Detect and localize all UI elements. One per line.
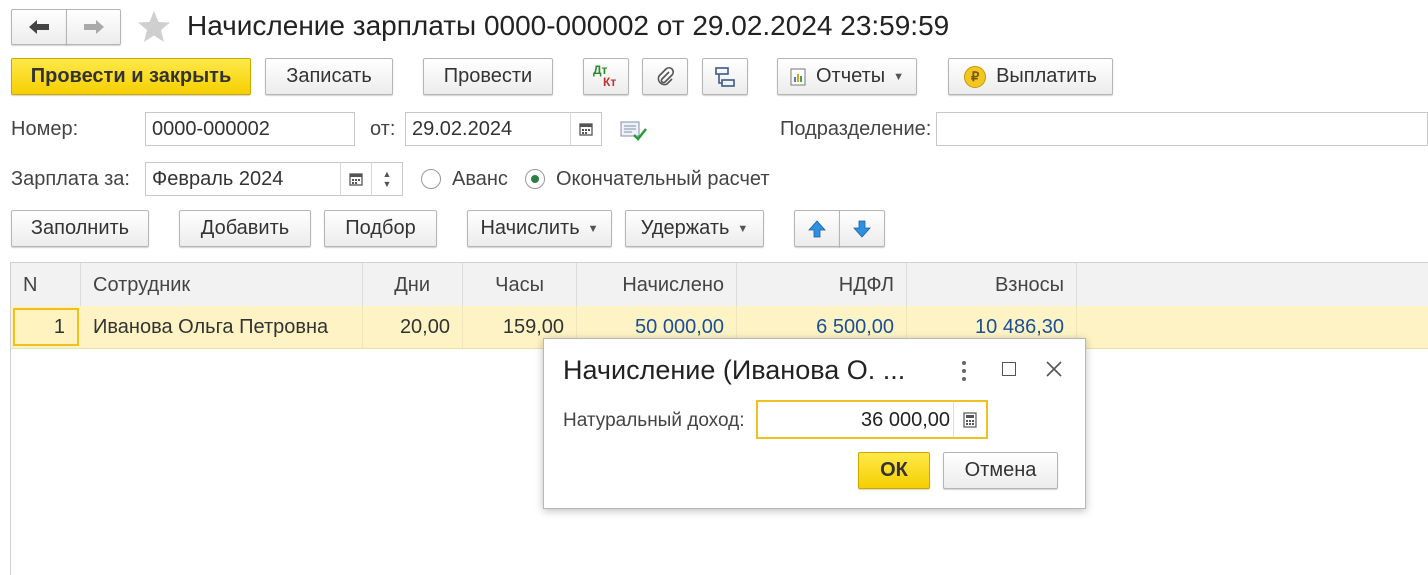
more-menu-icon[interactable] xyxy=(954,359,974,383)
col-hours[interactable]: Часы xyxy=(463,263,577,307)
save-button[interactable]: Записать xyxy=(265,58,393,95)
withhold-button[interactable]: Удержать ▼ xyxy=(625,210,764,247)
col-n[interactable]: N xyxy=(11,263,81,307)
document-posted-icon xyxy=(620,118,648,144)
calendar-icon xyxy=(579,123,593,136)
forward-button[interactable] xyxy=(66,9,121,45)
report-icon xyxy=(790,68,806,85)
chevron-down-icon: ▼ xyxy=(737,222,749,235)
chevron-down-icon: ▼ xyxy=(893,70,905,83)
structure-button[interactable] xyxy=(702,58,748,95)
back-button[interactable] xyxy=(11,9,67,45)
department-field[interactable] xyxy=(936,112,1428,146)
dtkt-button[interactable]: Дт Кт xyxy=(583,58,629,95)
col-ndfl[interactable]: НДФЛ xyxy=(737,263,907,307)
paperclip-icon xyxy=(657,66,675,85)
natural-income-label: Натуральный доход: xyxy=(563,410,745,431)
number-field[interactable]: 0000-000002 xyxy=(145,112,355,146)
chevron-down-icon: ▼ xyxy=(587,222,599,235)
number-label: Номер: xyxy=(11,118,79,140)
table-header: N Сотрудник Дни Часы Начислено НДФЛ Взно… xyxy=(11,262,1428,308)
calculator-icon[interactable] xyxy=(953,402,986,437)
arrow-down-icon xyxy=(853,220,871,238)
cell-days[interactable]: 20,00 xyxy=(363,306,463,348)
reports-button[interactable]: Отчеты ▼ xyxy=(777,58,917,95)
arrow-up-icon xyxy=(808,219,826,237)
salary-for-field[interactable]: Февраль 2024 xyxy=(145,162,341,196)
cancel-button[interactable]: Отмена xyxy=(943,452,1058,489)
salary-for-label: Зарплата за: xyxy=(11,168,130,190)
close-icon[interactable] xyxy=(1044,359,1064,379)
stepper-down-icon[interactable]: ▼ xyxy=(383,179,392,189)
dialog-title: Начисление (Иванова О. ... xyxy=(563,355,906,385)
col-employee[interactable]: Сотрудник xyxy=(81,263,363,307)
stepper-up-icon[interactable]: ▲ xyxy=(383,169,392,179)
favorite-star-icon[interactable] xyxy=(136,9,172,45)
calendar-button[interactable] xyxy=(570,112,602,146)
add-button[interactable]: Добавить xyxy=(179,210,311,247)
natural-income-field[interactable]: 36 000,00 xyxy=(756,400,988,439)
department-label: Подразделение: xyxy=(780,118,932,140)
fill-button[interactable]: Заполнить xyxy=(11,210,149,247)
accrue-button[interactable]: Начислить ▼ xyxy=(467,210,612,247)
period-calendar-button[interactable] xyxy=(340,162,372,196)
page-title: Начисление зарплаты 0000-000002 от 29.02… xyxy=(187,10,950,41)
maximize-icon[interactable] xyxy=(1002,362,1016,376)
period-stepper[interactable]: ▲ ▼ xyxy=(371,162,403,196)
ok-button[interactable]: ОК xyxy=(858,452,930,489)
radio-advance[interactable] xyxy=(421,169,441,189)
post-button[interactable]: Провести xyxy=(423,58,553,95)
pay-button[interactable]: ₽ Выплатить xyxy=(948,58,1113,95)
col-accrued[interactable]: Начислено xyxy=(577,263,737,307)
move-up-button[interactable] xyxy=(794,210,840,247)
hierarchy-icon xyxy=(715,66,735,87)
date-field[interactable]: 29.02.2024 xyxy=(405,112,571,146)
dtkt-icon: Дт Кт xyxy=(593,62,617,89)
move-down-button[interactable] xyxy=(839,210,885,247)
radio-final-label: Окончательный расчет xyxy=(556,168,770,190)
calendar-icon xyxy=(349,173,363,186)
arrow-left-icon xyxy=(29,20,49,34)
cell-employee[interactable]: Иванова Ольга Петровна xyxy=(81,306,363,348)
date-label: от: xyxy=(370,118,396,140)
col-days[interactable]: Дни xyxy=(363,263,463,307)
arrow-right-icon xyxy=(83,20,104,34)
post-and-close-button[interactable]: Провести и закрыть xyxy=(11,58,251,95)
attach-button[interactable] xyxy=(642,58,688,95)
col-contributions[interactable]: Взносы xyxy=(907,263,1077,307)
accrual-dialog: Начисление (Иванова О. ... Натуральный д… xyxy=(543,338,1086,509)
cell-n[interactable]: 1 xyxy=(13,308,79,346)
radio-advance-label: Аванс xyxy=(452,168,508,190)
ruble-coin-icon: ₽ xyxy=(964,65,987,88)
select-button[interactable]: Подбор xyxy=(324,210,437,247)
radio-final[interactable] xyxy=(525,169,545,189)
